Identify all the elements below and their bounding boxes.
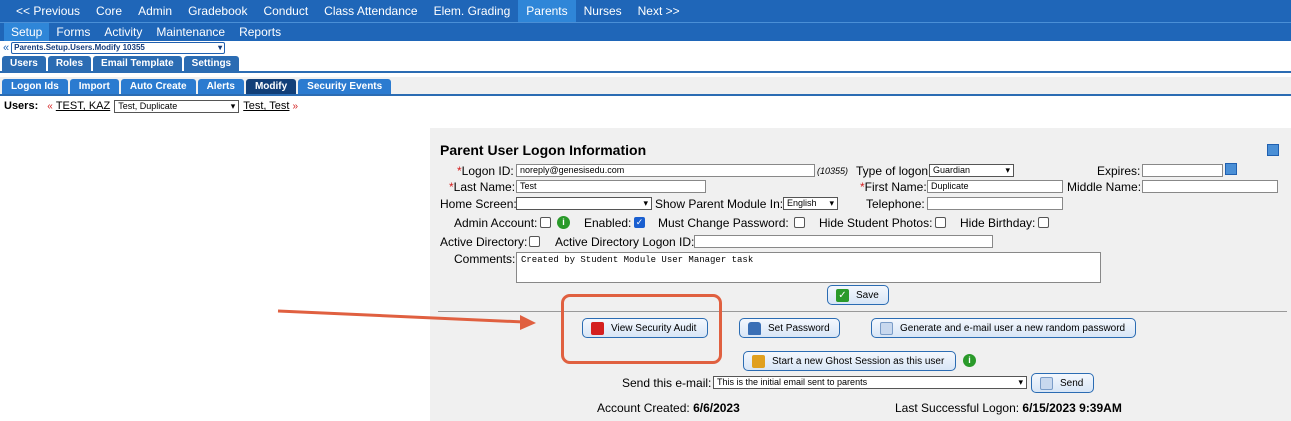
highlight-box bbox=[561, 294, 722, 364]
arrow-line bbox=[277, 309, 525, 324]
arrow-head bbox=[520, 315, 536, 330]
